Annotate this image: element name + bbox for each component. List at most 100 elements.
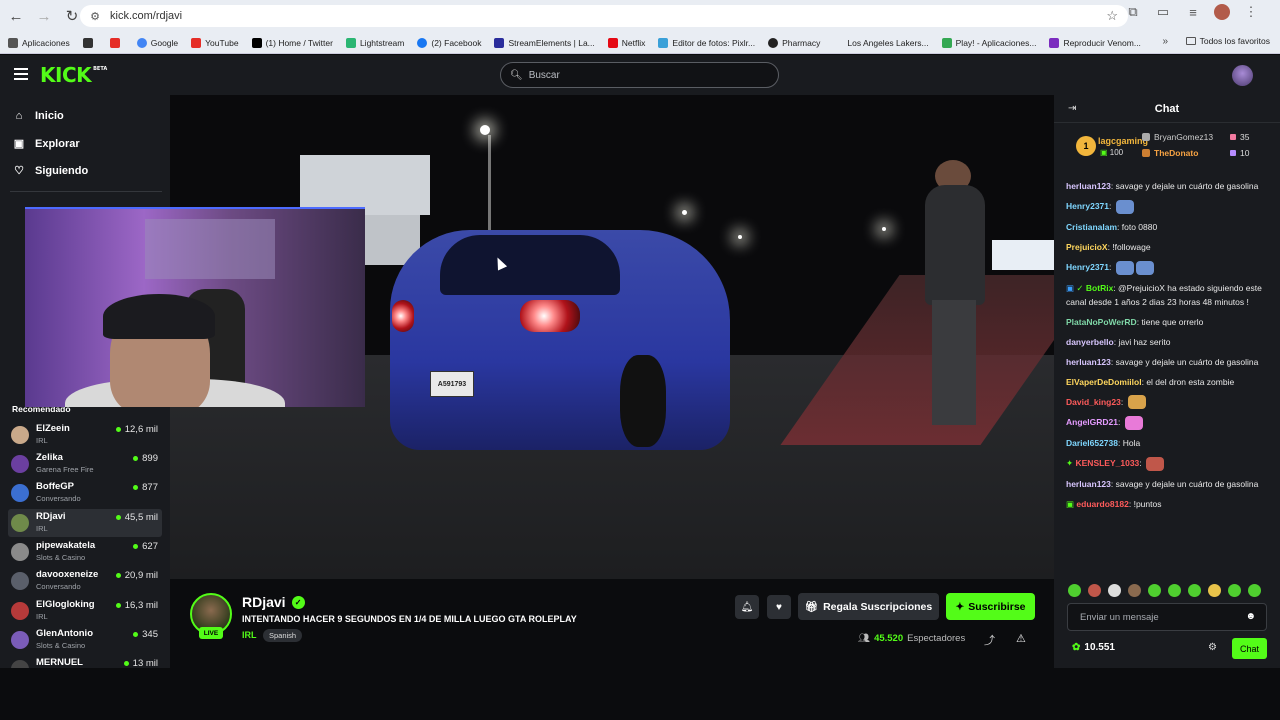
live-dot-icon <box>133 544 139 549</box>
gift-icon: 🎁︎ <box>804 601 819 613</box>
menu-icon[interactable] <box>14 68 28 80</box>
recommended-channel[interactable]: davooxeneize Conversando 20,9 mil <box>8 567 162 595</box>
bookmark-star-icon[interactable]: ☆ <box>1106 8 1118 24</box>
bookmark-item[interactable]: Play! - Aplicaciones... <box>941 37 1036 48</box>
forward-icon[interactable]: → <box>32 4 56 28</box>
emoji-picker-icon[interactable]: ☻ <box>1245 611 1256 622</box>
channel-points[interactable]: ✿ 10.551 <box>1072 642 1115 653</box>
notification-bell-button[interactable]: 🔔︎ <box>735 595 759 619</box>
chat-settings-icon[interactable]: ⚙ <box>1208 642 1217 653</box>
emote-icon[interactable] <box>1248 584 1261 597</box>
site-info-icon[interactable]: ⚙ <box>88 9 102 23</box>
profile-avatar[interactable] <box>1214 4 1230 20</box>
sidebar-item-siguiendo[interactable]: ♡ Siguiendo <box>12 164 88 178</box>
bookmark-item[interactable]: (2) Facebook <box>417 37 481 48</box>
recommended-channel[interactable]: ElZeein IRL 12,6 mil <box>8 421 162 449</box>
channel-name[interactable]: RDjavi ✓ <box>242 594 305 610</box>
bookmark-item[interactable]: Lightstream <box>345 37 404 48</box>
pixlr-icon <box>658 37 669 48</box>
bookmark-item[interactable]: Editor de fotos: Pixlr... <box>658 37 755 48</box>
search-bar[interactable]: 🔍︎ <box>500 62 779 88</box>
chat-messages: herluan123: savage y dejale un cuárto de… <box>1066 179 1270 517</box>
bookmark-item[interactable] <box>109 37 124 48</box>
emote-icon[interactable] <box>1108 584 1121 597</box>
video-scene-billboard <box>992 240 1054 270</box>
stream-category[interactable]: IRL <box>242 630 257 640</box>
bookmark-item[interactable]: Netflix <box>607 37 645 48</box>
sidebar-item-inicio[interactable]: ⌂ Inicio <box>12 110 64 122</box>
cast-icon[interactable]: ▭ <box>1154 4 1172 20</box>
user-avatar[interactable] <box>1232 65 1253 86</box>
bookmark-item[interactable]: Los Angeles Lakers... <box>847 38 928 48</box>
bookmark-item[interactable]: (1) Home / Twitter <box>251 37 333 48</box>
emote-icon[interactable] <box>1188 584 1201 597</box>
heart-icon: ♥ <box>776 601 782 613</box>
pharmacy-icon <box>768 37 779 48</box>
follow-button[interactable]: ♥ <box>767 595 791 619</box>
gift-icon: ▣ <box>1100 148 1110 157</box>
bookmarks-more-icon[interactable]: » <box>1162 36 1168 47</box>
video-scene-light <box>682 210 687 215</box>
emote-icon <box>1135 260 1154 275</box>
recommended-channel[interactable]: BoffeGP Conversando 877 <box>8 479 162 507</box>
recommended-channel[interactable]: GlenAntonio Slots & Casino 345 <box>8 626 162 654</box>
video-scene-light <box>480 125 490 135</box>
recommended-channel[interactable]: MERNUEL 13 mil <box>8 655 162 668</box>
extensions-icon[interactable]: ⧉ <box>1124 4 1142 20</box>
lightstream-icon <box>345 37 356 48</box>
recommended-channel[interactable]: Zelika Garena Free Fire 899 <box>8 450 162 478</box>
compass-icon: ▣ <box>13 138 25 150</box>
emote-icon <box>1115 260 1134 275</box>
avatar <box>11 484 29 502</box>
bookmark-item[interactable]: YouTube <box>191 37 239 48</box>
language-tag[interactable]: Spanish <box>263 629 303 642</box>
bookmark-item[interactable]: Pharmacy <box>768 37 820 48</box>
report-icon[interactable]: ⚠ <box>1016 632 1026 645</box>
live-dot-icon <box>133 485 139 490</box>
verified-icon: ✓ <box>1076 282 1084 293</box>
chat-message-input[interactable] <box>1080 611 1240 623</box>
leader-name[interactable]: TheDonato <box>1154 148 1198 158</box>
chat-input-box[interactable]: ☻ <box>1067 603 1267 631</box>
emote-icon[interactable] <box>1168 584 1181 597</box>
webcam-overlay <box>25 207 365 407</box>
send-chat-button[interactable]: Chat <box>1232 638 1267 659</box>
youtube-icon <box>109 37 120 48</box>
share-icon[interactable]: ⤴ <box>984 632 995 648</box>
bookmark-item[interactable]: StreamElements | La... <box>494 37 595 48</box>
avatar <box>11 543 29 561</box>
media-icon[interactable]: ≡ <box>1184 5 1202 20</box>
browser-menu-icon[interactable]: ⋮ <box>1242 4 1260 20</box>
leader-points: 35 <box>1240 132 1250 142</box>
bookmark-item[interactable]: Reproducir Venom... <box>1049 37 1141 48</box>
emote-icon[interactable] <box>1208 584 1221 597</box>
chat-message: ▣ ✓ BotRix: @PrejuicioX ha estado siguie… <box>1066 282 1262 307</box>
leader-name[interactable]: lagcgaming <box>1098 136 1148 146</box>
emote-icon[interactable] <box>1228 584 1241 597</box>
recommended-channel[interactable]: RDjavi IRL 45,5 mil <box>8 509 162 537</box>
youtube-icon <box>191 37 202 48</box>
gift-badge-icon: ▣ <box>1066 498 1075 509</box>
recommended-channel[interactable]: ElGlogloking IRL 16,3 mil <box>8 597 162 625</box>
emote-icon[interactable] <box>1088 584 1101 597</box>
leader-name[interactable]: BryanGomez13 <box>1154 132 1213 142</box>
avatar <box>11 660 29 668</box>
bookmark-item[interactable]: Aplicaciones <box>8 37 70 48</box>
back-icon[interactable]: ← <box>4 4 28 28</box>
search-input[interactable] <box>528 69 769 81</box>
avatar <box>11 514 29 532</box>
sidebar-item-explorar[interactable]: ▣ Explorar <box>12 137 80 151</box>
emote-icon[interactable] <box>1148 584 1161 597</box>
emote-icon[interactable] <box>1128 584 1141 597</box>
emote-icon[interactable] <box>1068 584 1081 597</box>
x-icon <box>251 37 262 48</box>
gift-subs-button[interactable]: 🎁︎ Regala Suscripciones <box>798 593 939 620</box>
address-bar[interactable]: ⚙ kick.com/rdjavi ☆ <box>80 5 1128 27</box>
kick-logo[interactable]: KICK BETA <box>40 63 107 87</box>
chat-message: herluan123: savage y dejale un cuárto de… <box>1066 356 1259 367</box>
all-bookmarks[interactable]: Todos los favoritos <box>1185 36 1270 46</box>
recommended-channel[interactable]: pipewakatela Slots & Casino 627 <box>8 538 162 566</box>
bookmark-item[interactable] <box>82 37 97 48</box>
subscribe-button[interactable]: ✦ Suscribirse <box>946 593 1035 620</box>
bookmark-item[interactable]: Google <box>136 37 178 48</box>
